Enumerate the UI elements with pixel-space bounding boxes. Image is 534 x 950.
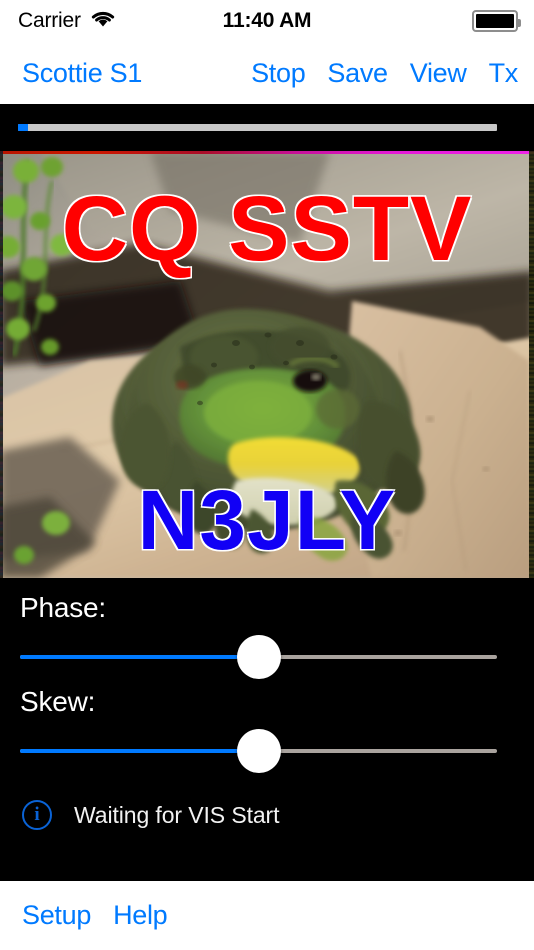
- app-root: Carrier 11:40 AM Scottie S1 Stop Save Vi…: [0, 0, 534, 950]
- tuning-controls: Phase: Skew:: [0, 578, 534, 773]
- battery-full-icon: [472, 10, 521, 32]
- status-bar-right: [472, 0, 521, 42]
- sstv-overlay-cq-text: CQ SSTV: [61, 178, 473, 280]
- skew-slider[interactable]: [20, 729, 497, 773]
- tx-button[interactable]: Tx: [489, 58, 519, 89]
- mode-select-button[interactable]: Scottie S1: [22, 58, 142, 89]
- info-circle-icon[interactable]: i: [22, 800, 52, 830]
- skew-slider-track[interactable]: [20, 729, 497, 773]
- skew-control: Skew:: [0, 672, 534, 773]
- sstv-left-edge-noise: [0, 151, 3, 578]
- navigation-bar: Scottie S1 Stop Save View Tx: [0, 42, 534, 104]
- main-content: CQ SSTV N3JLY Phase: Skew: i Waiting for…: [0, 104, 534, 880]
- progress-fill: [18, 124, 28, 131]
- receive-progress: [0, 104, 534, 151]
- bottom-toolbar: Setup Help: [0, 880, 534, 950]
- progress-track: [18, 124, 497, 131]
- status-bar: Carrier 11:40 AM: [0, 0, 534, 42]
- sstv-overlay-callsign: N3JLY: [137, 473, 397, 567]
- skew-slider-fill: [20, 749, 259, 753]
- phase-slider-fill: [20, 655, 259, 659]
- phase-slider[interactable]: [20, 635, 497, 679]
- stop-button[interactable]: Stop: [251, 58, 306, 89]
- phase-slider-track[interactable]: [20, 635, 497, 679]
- skew-label: Skew:: [20, 686, 96, 717]
- status-message-text: Waiting for VIS Start: [74, 801, 280, 828]
- save-button[interactable]: Save: [327, 58, 388, 89]
- sstv-right-edge-noise: [529, 151, 534, 578]
- phase-slider-knob[interactable]: [236, 635, 281, 679]
- skew-slider-knob[interactable]: [236, 729, 281, 773]
- sstv-sync-line: [0, 151, 534, 154]
- status-bar-time: 11:40 AM: [222, 9, 312, 32]
- sstv-image-view[interactable]: CQ SSTV N3JLY: [0, 151, 534, 578]
- help-button[interactable]: Help: [113, 900, 168, 931]
- nav-actions: Stop Save View Tx: [251, 58, 518, 89]
- phase-control: Phase:: [0, 578, 534, 679]
- view-button[interactable]: View: [410, 58, 467, 89]
- phase-label: Phase:: [20, 592, 106, 623]
- status-message-row: i Waiting for VIS Start: [0, 766, 534, 830]
- setup-button[interactable]: Setup: [22, 900, 91, 931]
